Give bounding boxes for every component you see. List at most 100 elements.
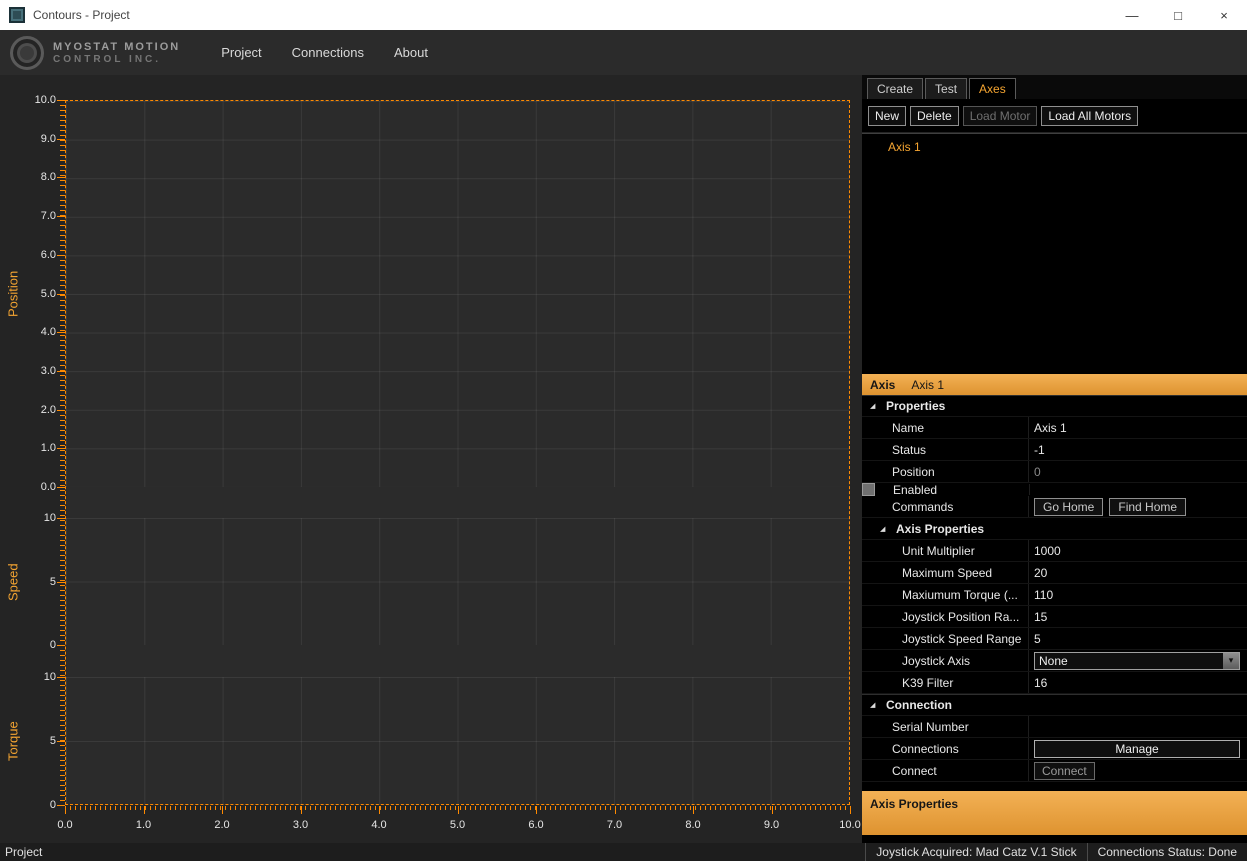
property-value: 20: [1028, 562, 1247, 583]
go-home-button[interactable]: Go Home: [1034, 498, 1103, 516]
property-row-k39-filter: K39 Filter16: [862, 672, 1247, 694]
tab-axes[interactable]: Axes: [969, 78, 1016, 99]
x-tick-label: 10.0: [832, 818, 862, 832]
load-all-motors-button[interactable]: Load All Motors: [1041, 106, 1138, 126]
axis-list-item-axis-1[interactable]: Axis 1: [862, 134, 1247, 154]
menu-item-about[interactable]: About: [379, 39, 443, 66]
property-row-axis-properties[interactable]: ◢Axis Properties: [862, 518, 1247, 540]
x-tick-mark: [536, 806, 537, 814]
y-tick-label: 2.0: [0, 403, 56, 417]
y-axis-title-speed: Speed: [4, 522, 22, 642]
selection-header-label: Axis: [870, 378, 895, 392]
tab-test[interactable]: Test: [925, 78, 967, 99]
y-tick-mark: [57, 487, 65, 488]
y-tick-label: 10.0: [0, 93, 56, 107]
connect-button[interactable]: Connect: [1034, 762, 1095, 780]
property-label: Connect: [862, 764, 1028, 778]
manage-button[interactable]: Manage: [1034, 740, 1240, 758]
delete-button[interactable]: Delete: [910, 106, 959, 126]
property-row-connections: Connections Manage: [862, 738, 1247, 760]
property-label: Connections: [862, 742, 1028, 756]
property-row-maxiumum-torque: Maxiumum Torque (...110: [862, 584, 1247, 606]
window-controls: — □ ×: [1109, 0, 1247, 30]
expander-icon[interactable]: ◢: [880, 525, 892, 533]
y-tick-mark: [57, 139, 65, 140]
property-label: Joystick Axis: [862, 654, 1028, 668]
plot-area-speed: [66, 518, 849, 645]
x-tick-mark: [850, 806, 851, 814]
property-value-text: Axis 1: [1034, 421, 1067, 435]
find-home-button[interactable]: Find Home: [1109, 498, 1186, 516]
property-value: 1000: [1028, 540, 1247, 561]
property-value-text: 15: [1034, 610, 1047, 624]
x-tick-mark: [222, 806, 223, 814]
y-tick-mark: [57, 177, 65, 178]
chart: 10.09.08.07.06.05.04.03.02.01.00.0Positi…: [0, 75, 862, 843]
property-row-joystick-position-ra: Joystick Position Ra... 15: [862, 606, 1247, 628]
property-row-position: Position0: [862, 461, 1247, 483]
load-motor-button[interactable]: Load Motor: [963, 106, 1038, 126]
status-item-1: Connections Status: Done: [1087, 843, 1247, 861]
axis-list[interactable]: Axis 1: [862, 133, 1247, 374]
x-tick-label: 1.0: [126, 818, 162, 832]
property-label: Status: [862, 443, 1028, 457]
property-row-connection[interactable]: ◢Connection: [862, 694, 1247, 716]
logo-line2: CONTROL INC.: [53, 54, 180, 65]
close-icon[interactable]: ×: [1201, 0, 1247, 30]
y-tick-mark: [57, 371, 65, 372]
property-value: 110: [1028, 584, 1247, 605]
y-tick-mark: [57, 677, 65, 678]
x-tick-label: 5.0: [440, 818, 476, 832]
chevron-down-icon: ▾: [1223, 653, 1239, 669]
property-row-properties[interactable]: ◢ Properties: [862, 395, 1247, 417]
side-panel: CreateTestAxes NewDeleteLoad MotorLoad A…: [862, 75, 1247, 843]
y-axis-title-position: Position: [4, 234, 22, 354]
menu-item-connections[interactable]: Connections: [277, 39, 379, 66]
plot-area-position: [66, 101, 849, 487]
statusbar-right: Joystick Acquired: Mad Catz V.1 StickCon…: [865, 843, 1247, 861]
section-label: Properties: [886, 399, 945, 413]
titlebar: Contours - Project — □ ×: [0, 0, 1247, 30]
property-label: K39 Filter: [862, 676, 1028, 690]
expander-icon[interactable]: ◢: [870, 402, 882, 410]
property-label: Joystick Position Ra...: [862, 610, 1028, 624]
x-tick-label: 3.0: [283, 818, 319, 832]
x-tick-mark: [301, 806, 302, 814]
minimize-icon[interactable]: —: [1109, 0, 1155, 30]
x-tick-label: 6.0: [518, 818, 554, 832]
status-item-0: Joystick Acquired: Mad Catz V.1 Stick: [865, 843, 1086, 861]
property-label: Name: [862, 421, 1028, 435]
logo-icon: [10, 36, 44, 70]
property-grid: ◢PropertiesNameAxis 1Status-1Position0En…: [862, 395, 1247, 782]
property-value: 16: [1028, 672, 1247, 693]
logo-line1: MYOSTAT MOTION: [53, 41, 180, 53]
menubar: MYOSTAT MOTION CONTROL INC. ProjectConne…: [0, 30, 1247, 75]
y-tick-mark: [57, 518, 65, 519]
property-row-joystick-axis: Joystick Axis None▾: [862, 650, 1247, 672]
y-tick-mark: [57, 805, 65, 806]
expander-icon[interactable]: ◢: [870, 701, 882, 709]
statusbar: Project Joystick Acquired: Mad Catz V.1 …: [0, 843, 1247, 861]
y-tick-mark: [57, 100, 65, 101]
y-axis-ticks: [60, 100, 65, 805]
property-value-text: 1000: [1034, 544, 1061, 558]
selection-header: Axis Axis 1: [862, 374, 1247, 395]
window-title: Contours - Project: [33, 8, 130, 22]
maximize-icon[interactable]: □: [1155, 0, 1201, 30]
x-tick-mark: [615, 806, 616, 814]
x-tick-label: 8.0: [675, 818, 711, 832]
y-tick-label: 8.0: [0, 170, 56, 184]
x-tick-label: 4.0: [361, 818, 397, 832]
new-button[interactable]: New: [868, 106, 906, 126]
x-tick-label: 9.0: [754, 818, 790, 832]
plot-area-torque: [66, 677, 849, 805]
main-content: 10.09.08.07.06.05.04.03.02.01.00.0Positi…: [0, 75, 1247, 843]
y-tick-mark: [57, 448, 65, 449]
property-value: Go Home Find Home: [1028, 496, 1247, 517]
x-tick-mark: [144, 806, 145, 814]
property-label: Position: [862, 465, 1028, 479]
menu-item-project[interactable]: Project: [206, 39, 276, 66]
tab-create[interactable]: Create: [867, 78, 923, 99]
property-value: [1029, 484, 1035, 495]
joystick-axis-dropdown[interactable]: None▾: [1034, 652, 1240, 670]
